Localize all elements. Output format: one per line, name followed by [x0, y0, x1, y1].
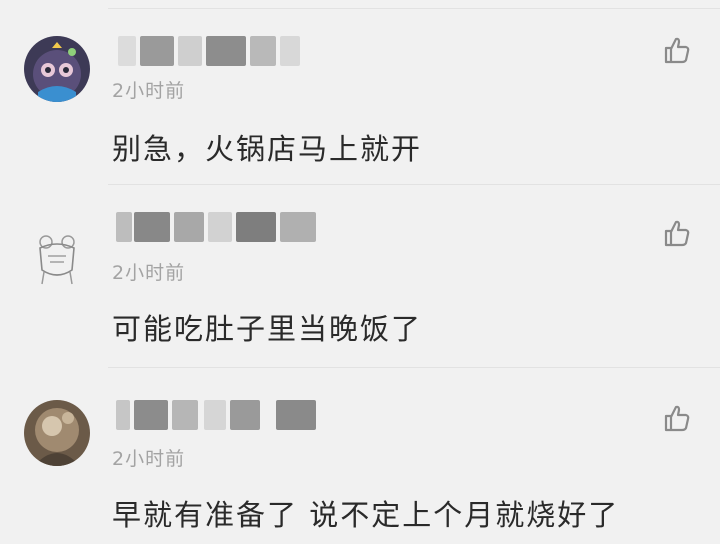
username-redacted[interactable] [112, 36, 302, 66]
thumbs-up-icon[interactable] [660, 402, 692, 434]
avatar[interactable] [24, 222, 90, 288]
divider [108, 8, 720, 9]
comment-text: 早就有准备了 说不定上个月就烧好了 [112, 498, 620, 532]
avatar[interactable] [24, 400, 90, 466]
thumbs-up-icon[interactable] [660, 217, 692, 249]
comment-timestamp: 2小时前 [112, 262, 186, 284]
comment-text: 别急，火锅店马上就开 [112, 132, 423, 166]
thumbs-up-icon[interactable] [660, 34, 692, 66]
avatar[interactable] [24, 36, 90, 102]
divider [108, 184, 720, 185]
comment-list: 2小时前 别急，火锅店马上就开 2小时前 可能吃肚子里当晚饭了 2小时前 早就有… [0, 0, 720, 544]
username-redacted[interactable] [112, 212, 322, 242]
comment-timestamp: 2小时前 [112, 448, 186, 470]
sketch-avatar-image [24, 222, 90, 288]
comment-timestamp: 2小时前 [112, 80, 186, 102]
comment-text: 可能吃肚子里当晚饭了 [112, 312, 423, 346]
cartoon-avatar-image [24, 36, 90, 102]
username-redacted[interactable] [112, 400, 322, 430]
divider [108, 367, 720, 368]
photo-avatar-image [24, 400, 90, 466]
